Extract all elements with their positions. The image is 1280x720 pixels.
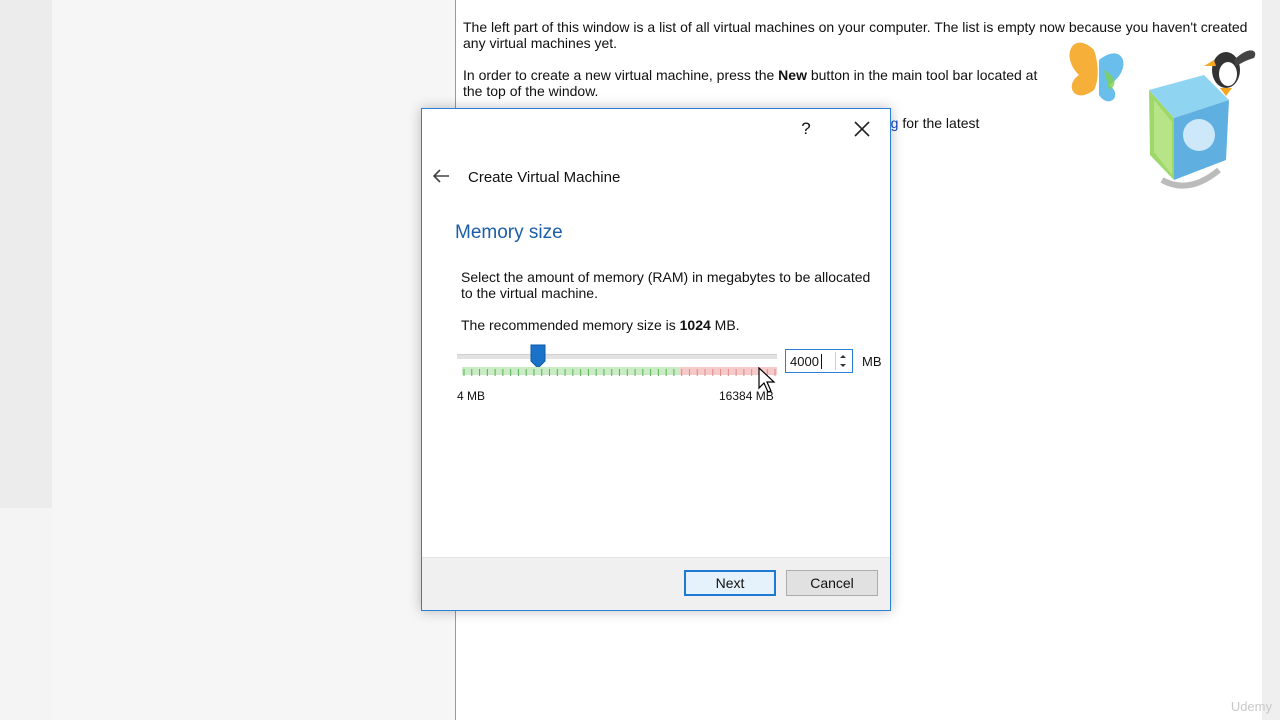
spin-up-icon[interactable] xyxy=(837,352,849,361)
memory-description: Select the amount of memory (RAM) in meg… xyxy=(461,269,871,301)
mouse-pointer-icon xyxy=(758,367,776,393)
virtualbox-logo-icon xyxy=(1069,42,1256,189)
back-arrow-icon[interactable] xyxy=(431,167,451,185)
slider-min-label: 4 MB xyxy=(457,389,486,403)
memory-slider-scale xyxy=(462,367,777,376)
recommend-prefix: The recommended memory size is xyxy=(461,317,680,333)
text-caret xyxy=(821,354,822,369)
memory-slider-track[interactable] xyxy=(457,354,777,359)
section-title: Memory size xyxy=(455,222,563,243)
help-button[interactable]: ? xyxy=(798,117,814,141)
recommended-value: 1024 xyxy=(679,317,711,333)
left-lower-area xyxy=(0,508,52,720)
vm-list-panel[interactable] xyxy=(52,0,456,720)
dialog-title: Create Virtual Machine xyxy=(468,169,621,186)
welcome-paragraph-2-text: In order to create a new virtual machine… xyxy=(463,67,779,83)
cancel-button[interactable]: Cancel xyxy=(786,570,878,596)
create-vm-dialog: ? Create Virtual Machine Memory size Sel… xyxy=(421,108,891,611)
right-scrollbar[interactable] xyxy=(1262,0,1280,720)
memory-size-input[interactable] xyxy=(790,353,830,369)
new-keyword: New xyxy=(778,67,807,83)
dialog-footer: Next Cancel xyxy=(422,557,890,610)
memory-unit-label: MB xyxy=(862,354,882,369)
welcome-paragraph-2: In order to create a new virtual machine… xyxy=(463,67,1043,99)
close-icon[interactable] xyxy=(850,117,874,141)
spin-buttons xyxy=(835,352,850,370)
spin-down-icon[interactable] xyxy=(837,361,849,370)
recommend-suffix: MB. xyxy=(710,317,740,333)
welcome-paragraph-3-rest: for the latest xyxy=(898,115,980,131)
recommended-memory-text: The recommended memory size is 1024 MB. xyxy=(461,317,740,333)
udemy-watermark: Udemy xyxy=(1230,699,1272,714)
memory-slider-handle[interactable] xyxy=(530,344,546,369)
memory-spinbox[interactable] xyxy=(785,349,853,373)
next-button[interactable]: Next xyxy=(684,570,776,596)
